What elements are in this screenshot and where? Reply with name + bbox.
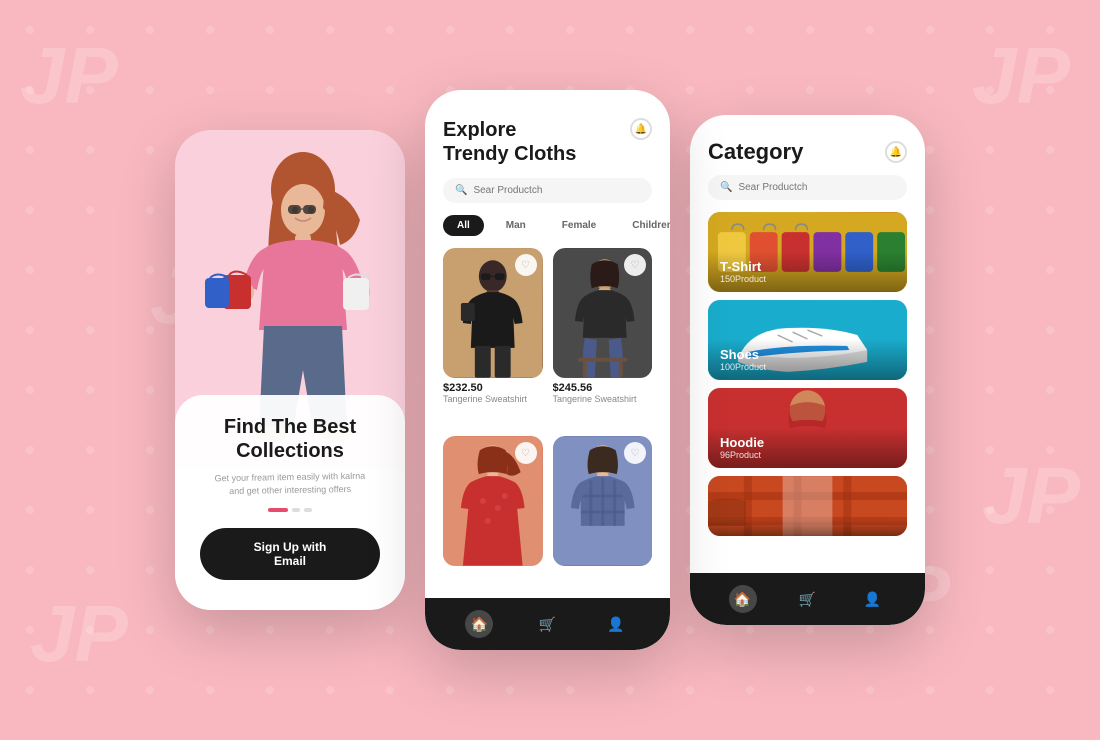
category-search-bar[interactable]: 🔍 — [708, 175, 907, 200]
onboard-subtitle: Get your fream item easily with kalrnaan… — [195, 469, 385, 497]
tshirt-name: T-Shirt — [720, 259, 895, 274]
shoes-count: 100Product — [720, 362, 895, 372]
product-card-1: ♡ $232.50 Tangerine Sweatshirt — [443, 248, 543, 426]
hoodie-count: 96Product — [720, 450, 895, 460]
category-title: Category — [708, 139, 803, 165]
category-search-icon: 🔍 — [720, 182, 732, 193]
flannel-overlay — [708, 520, 907, 536]
cat-nav-home-icon[interactable]: 🏠 — [729, 585, 757, 613]
cat-female-button[interactable]: Female — [548, 215, 610, 236]
category-search-input[interactable] — [738, 182, 895, 193]
nav-cart-icon[interactable]: 🛒 — [533, 610, 561, 638]
wishlist-button-4[interactable]: ♡ — [624, 442, 646, 464]
categories-list: T-Shirt 150Product — [690, 212, 925, 565]
category-card-flannel[interactable] — [708, 476, 907, 536]
shoes-overlay: Shoes 100Product — [708, 339, 907, 380]
category-card-tshirt[interactable]: T-Shirt 150Product — [708, 212, 907, 292]
watermark-2: JP — [972, 30, 1070, 122]
wishlist-button-1[interactable]: ♡ — [515, 254, 537, 276]
explore-title: Explore Trendy Cloths — [443, 118, 576, 166]
nav-profile-icon[interactable]: 👤 — [602, 610, 630, 638]
phone-onboarding: Find The Best Collections Get your fream… — [175, 130, 405, 610]
phone-category: Category 🔔 🔍 — [690, 115, 925, 625]
watermark-1: JP — [20, 30, 118, 122]
category-card-hoodie[interactable]: Hoodie 96Product — [708, 388, 907, 468]
shoes-name: Shoes — [720, 347, 895, 362]
screens-container: Find The Best Collections Get your fream… — [175, 90, 925, 650]
wishlist-button-2[interactable]: ♡ — [624, 254, 646, 276]
signup-button[interactable]: Sign Up with Email — [200, 528, 380, 580]
product-grid: ♡ $232.50 Tangerine Sweatshirt — [425, 248, 670, 588]
nav-home-icon[interactable]: 🏠 — [465, 610, 493, 638]
explore-search-bar[interactable]: 🔍 — [443, 178, 652, 203]
watermark-6: JP — [982, 450, 1080, 542]
hoodie-overlay: Hoodie 96Product — [708, 427, 907, 468]
cat-nav-profile-icon[interactable]: 👤 — [859, 585, 887, 613]
explore-header: Explore Trendy Cloths 🔔 — [425, 90, 670, 178]
product-name-2: Tangerine Sweatshirt — [553, 394, 653, 404]
product-card-4: ♡ — [553, 436, 653, 588]
product-price-2: $245.56 — [553, 382, 653, 394]
bell-icon[interactable]: 🔔 — [630, 118, 652, 140]
cat-all-button[interactable]: All — [443, 215, 484, 236]
tshirt-count: 150Product — [720, 274, 895, 284]
category-bottom-nav: 🏠 🛒 👤 — [690, 573, 925, 625]
watermark-5: JP — [30, 588, 128, 680]
dot-3 — [304, 508, 312, 512]
dot-1 — [268, 508, 288, 512]
tshirt-overlay: T-Shirt 150Product — [708, 251, 907, 292]
product-price-1: $232.50 — [443, 382, 543, 394]
cat-nav-cart-icon[interactable]: 🛒 — [794, 585, 822, 613]
cat-man-button[interactable]: Man — [492, 215, 540, 236]
product-card-3: ♡ — [443, 436, 543, 588]
product-card-2: ♡ $245.56 Tangerine Sweatshirt — [553, 248, 653, 426]
pagination-dots — [195, 508, 385, 512]
hoodie-name: Hoodie — [720, 435, 895, 450]
onboard-title: Find The Best Collections — [195, 415, 385, 463]
category-bell-icon[interactable]: 🔔 — [885, 141, 907, 163]
category-header: Category 🔔 — [690, 115, 925, 175]
category-card-shoes[interactable]: Shoes 100Product — [708, 300, 907, 380]
product-name-1: Tangerine Sweatshirt — [443, 394, 543, 404]
search-input[interactable] — [473, 185, 640, 196]
explore-bottom-nav: 🏠 🛒 👤 — [425, 598, 670, 650]
dot-2 — [292, 508, 300, 512]
wishlist-button-3[interactable]: ♡ — [515, 442, 537, 464]
category-filter: All Man Female Children — [425, 215, 670, 248]
cat-children-button[interactable]: Children — [618, 215, 670, 236]
phone-explore: Explore Trendy Cloths 🔔 🔍 All Man Female… — [425, 90, 670, 650]
onboard-content-area: Find The Best Collections Get your fream… — [175, 395, 405, 610]
search-icon: 🔍 — [455, 185, 467, 196]
